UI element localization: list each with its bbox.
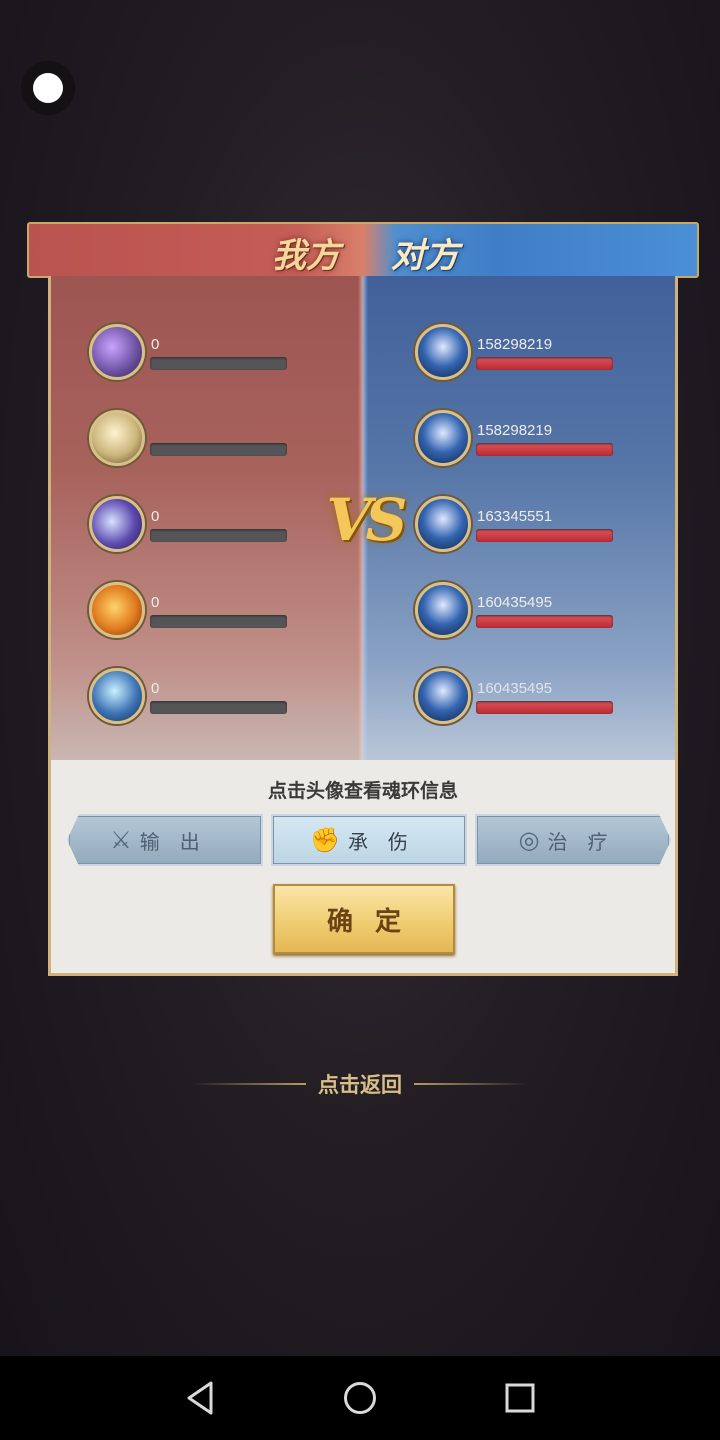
enemy-avatar-3[interactable]: [415, 496, 471, 552]
ally-avatar-2[interactable]: [89, 410, 145, 466]
ally-avatar-1[interactable]: [89, 324, 145, 380]
tab-healing[interactable]: ◎ 治疗: [475, 814, 671, 866]
ally-bar: [150, 615, 287, 628]
sword-icon: ⚔: [110, 826, 132, 854]
enemy-row: 158298219: [415, 410, 655, 470]
versus-banner: 我方 对方: [27, 222, 699, 278]
ally-avatar-5[interactable]: [89, 668, 145, 724]
tab-output[interactable]: ⚔ 输出: [67, 814, 263, 866]
ornament-left: [191, 1083, 306, 1085]
tab-healing-label: 治疗: [547, 829, 628, 854]
ally-row: 0: [89, 582, 329, 642]
enemy-label: 对方: [391, 236, 459, 276]
ally-bar: [150, 529, 287, 542]
ally-row: 0: [89, 668, 329, 728]
nav-back-icon[interactable]: [182, 1380, 218, 1416]
enemy-avatar-1[interactable]: [415, 324, 471, 380]
enemy-avatar-5[interactable]: [415, 668, 471, 724]
ornament-right: [414, 1083, 529, 1085]
enemy-value: 160435495: [477, 680, 553, 697]
enemy-value: 158298219: [477, 422, 553, 439]
enemy-bar: [476, 357, 613, 370]
tab-output-label: 输出: [139, 829, 220, 854]
system-nav-bar: [0, 1356, 720, 1440]
ally-value: 0: [151, 680, 160, 697]
nav-home-icon[interactable]: [342, 1380, 378, 1416]
confirm-button[interactable]: 确定: [273, 884, 455, 954]
nav-recents-icon[interactable]: [502, 1380, 538, 1416]
enemy-avatar-2[interactable]: [415, 410, 471, 466]
ally-bar: [150, 701, 287, 714]
enemy-row: 160435495: [415, 582, 655, 642]
tab-damage-taken[interactable]: ✊ 承伤: [271, 814, 467, 866]
ally-bar: [150, 357, 287, 370]
enemy-bar: [476, 529, 613, 542]
floating-dot-icon: [33, 73, 63, 103]
enemy-bar: [476, 701, 613, 714]
ally-value: 0: [151, 508, 160, 525]
enemy-bar: [476, 615, 613, 628]
ally-avatar-4[interactable]: [89, 582, 145, 638]
enemy-row: 158298219: [415, 324, 655, 384]
ally-row: 0: [89, 496, 329, 556]
ally-row: [89, 410, 329, 470]
back-label: 点击返回: [318, 1073, 402, 1097]
hint-text: 点击头像查看魂环信息: [267, 780, 458, 802]
battle-stats-panel: 0 0 0 0 158298219 158298219 163345551 16…: [48, 276, 678, 976]
ally-row: 0: [89, 324, 329, 384]
ally-label: 我方: [272, 236, 340, 276]
ally-avatar-3[interactable]: [89, 496, 145, 552]
muscle-icon: ✊: [310, 826, 340, 854]
enemy-avatar-4[interactable]: [415, 582, 471, 638]
enemy-bar: [476, 443, 613, 456]
back-link[interactable]: 点击返回: [170, 1066, 550, 1102]
ally-bar: [150, 443, 287, 456]
ally-value: 0: [151, 594, 160, 611]
ally-value: 0: [151, 336, 160, 353]
enemy-row: 163345551: [415, 496, 655, 556]
enemy-value: 160435495: [477, 594, 553, 611]
floating-assist-button[interactable]: [21, 61, 75, 115]
enemy-value: 158298219: [477, 336, 553, 353]
enemy-row: 160435495: [415, 668, 655, 728]
tab-damage-taken-label: 承伤: [347, 829, 428, 854]
vs-emblem: VS: [326, 486, 408, 554]
swirl-icon: ◎: [518, 826, 540, 854]
enemy-value: 163345551: [477, 508, 553, 525]
